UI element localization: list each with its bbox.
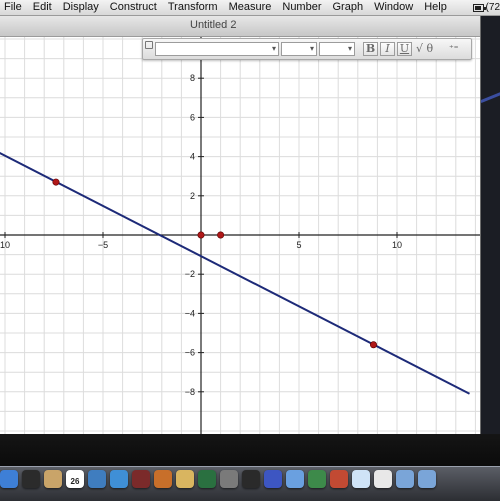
sketchpad-window: 10 −5 5 10 8 6 4 2 −2 −4 −6 −8 Untitled 2 ▾ ▾ ▾ B I…	[0, 16, 481, 434]
x-tick-label: 5	[296, 240, 301, 250]
battery-icon[interactable]	[472, 3, 486, 12]
x-tick-label: −5	[98, 240, 108, 250]
menu-number[interactable]: Number	[278, 0, 325, 15]
font-size-select[interactable]: ▾	[281, 42, 317, 56]
menu-graph[interactable]: Graph	[329, 0, 368, 15]
chart-icon[interactable]	[308, 470, 326, 488]
font-family-select[interactable]: ▾	[155, 42, 279, 56]
calendar-day-label: 26	[70, 477, 80, 486]
font-color-select[interactable]: ▾	[319, 42, 355, 56]
bold-button[interactable]: B	[363, 42, 378, 56]
math-symbols-button[interactable]: √ θ	[416, 42, 433, 56]
safari-icon[interactable]	[352, 470, 370, 488]
sketchpad-icon[interactable]	[264, 470, 282, 488]
menu-help[interactable]: Help	[420, 0, 451, 15]
y-tick-label: 2	[190, 191, 195, 201]
photo-booth-icon[interactable]	[132, 470, 150, 488]
time-machine-icon[interactable]	[198, 470, 216, 488]
dashboard-icon[interactable]	[22, 470, 40, 488]
y-tick-label: −4	[185, 308, 195, 318]
dock-icons: 26	[0, 470, 500, 494]
menu-window[interactable]: Window	[370, 0, 417, 15]
chevron-down-icon: ▾	[309, 44, 314, 53]
menu-display[interactable]: Display	[59, 0, 103, 15]
formatting-options-icon[interactable]: ⁺⁼	[449, 42, 459, 56]
iphoto-icon[interactable]	[154, 470, 172, 488]
menu-transform[interactable]: Transform	[164, 0, 222, 15]
chrome-icon[interactable]	[374, 470, 392, 488]
menu-file[interactable]: File	[0, 0, 26, 15]
system-preferences-icon[interactable]	[220, 470, 238, 488]
palette-close-icon[interactable]	[145, 41, 153, 49]
y-tick-label: 6	[190, 112, 195, 122]
menubar-status: (72	[470, 0, 500, 15]
italic-button[interactable]: I	[380, 42, 395, 56]
app-icon[interactable]	[330, 470, 348, 488]
menu-measure[interactable]: Measure	[225, 0, 276, 15]
underline-button[interactable]: U	[397, 42, 412, 56]
plotted-point[interactable]	[369, 341, 377, 349]
y-tick-label: −2	[185, 269, 195, 279]
window-title: Untitled 2	[190, 19, 237, 31]
folder-icon-2[interactable]	[418, 470, 436, 488]
x-tick-label: 10	[0, 240, 10, 250]
y-tick-label: −8	[185, 387, 195, 397]
graph-canvas[interactable]: 10 −5 5 10 8 6 4 2 −2 −4 −6 −8	[0, 16, 480, 434]
menu-items: File Edit Display Construct Transform Measure…	[0, 0, 454, 15]
garageband-icon[interactable]	[176, 470, 194, 488]
finder-icon[interactable]	[0, 470, 18, 488]
address-book-icon[interactable]	[44, 470, 62, 488]
photo-icon[interactable]	[286, 470, 304, 488]
folder-icon[interactable]	[396, 470, 414, 488]
y-tick-label: 4	[190, 152, 195, 162]
ical-icon[interactable]: 26	[66, 470, 84, 488]
dictionary-icon[interactable]	[242, 470, 260, 488]
window-titlebar[interactable]: Untitled 2	[0, 16, 480, 37]
chevron-down-icon: ▾	[347, 44, 352, 53]
preview-icon[interactable]	[88, 470, 106, 488]
x-tick-label: 10	[392, 240, 402, 250]
text-palette: ▾ ▾ ▾ B I U √ θ ⁺⁼	[142, 38, 472, 60]
y-tick-label: −6	[185, 348, 195, 358]
dock: 26	[0, 434, 500, 501]
chevron-down-icon: ▾	[271, 44, 276, 53]
plotted-point[interactable]	[52, 178, 60, 186]
plotted-line[interactable]	[0, 152, 470, 395]
plotted-point[interactable]	[197, 231, 205, 239]
menu-bar: File Edit Display Construct Transform Measure…	[0, 0, 500, 16]
battery-text: (72	[485, 2, 500, 13]
plotted-point[interactable]	[217, 231, 225, 239]
y-tick-label: 8	[190, 73, 195, 83]
menu-construct[interactable]: Construct	[106, 0, 161, 15]
itunes-icon[interactable]	[110, 470, 128, 488]
desktop-streak	[480, 91, 500, 104]
menu-edit[interactable]: Edit	[29, 0, 56, 15]
